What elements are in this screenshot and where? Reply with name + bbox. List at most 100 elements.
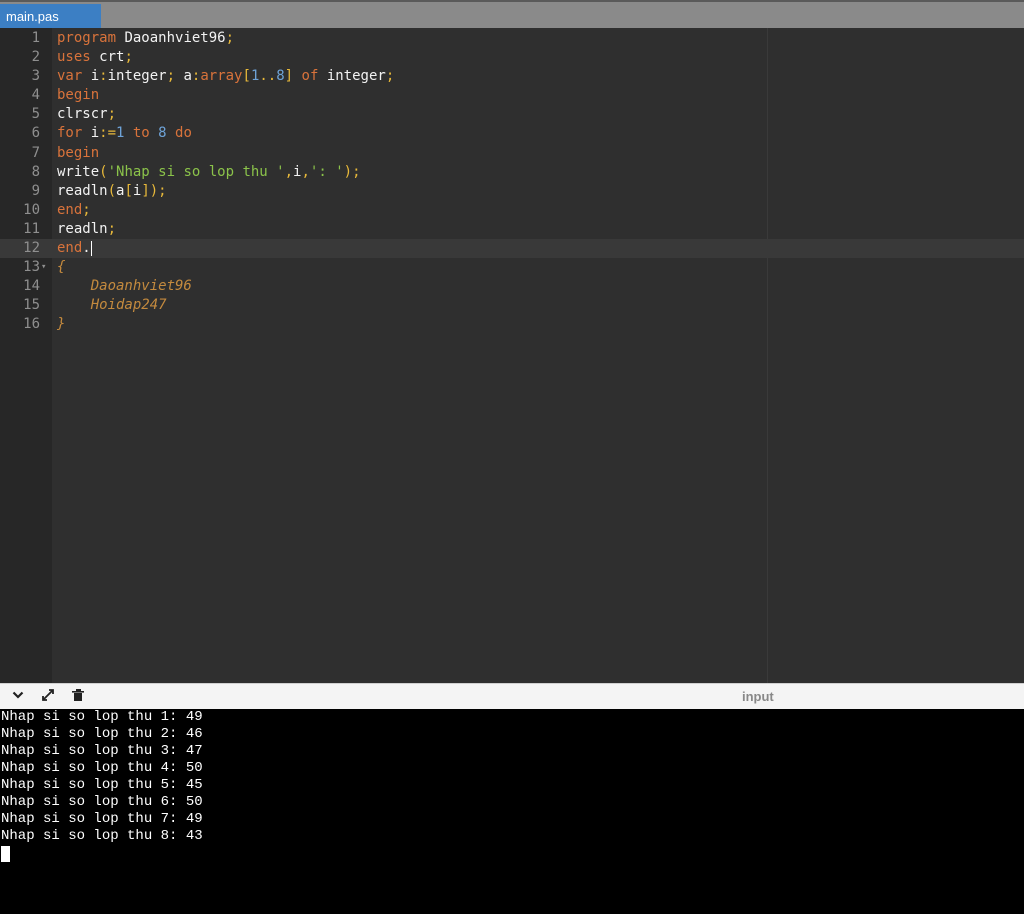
tab-bar: main.pas [0, 0, 1024, 30]
code-line[interactable]: 3 var i:integer; a:array[1..8] of integer… [0, 67, 1024, 86]
line-number: 15 [23, 297, 40, 314]
code-token: ); [343, 163, 361, 180]
output-console[interactable]: Nhap si so lop thu 1: 49 Nhap si so lop t… [0, 709, 1024, 914]
console-cursor[interactable] [1, 846, 10, 862]
code-token: ; [82, 201, 91, 218]
code-line[interactable]: 13 ▾ { [0, 258, 1024, 277]
code-token: ': ' [309, 163, 344, 180]
code-token: 8 [158, 125, 176, 142]
code-token: [ [242, 68, 251, 85]
line-number: 2 [31, 49, 40, 66]
code-token: readln [57, 182, 108, 199]
line-number: 1 [31, 30, 40, 46]
expand-icon[interactable] [40, 687, 56, 703]
line-number: 6 [31, 125, 40, 142]
code-token: crt [99, 49, 125, 66]
code-token: begin [57, 144, 100, 161]
code-line[interactable]: 5 clrscr; [0, 105, 1024, 124]
code-line[interactable]: 9 readln(a[i]); [0, 182, 1024, 201]
code-text: end; [57, 201, 91, 220]
code-editor[interactable]: 1 program Daoanhviet96; 2 uses crt; 3 var i:i… [0, 28, 1024, 683]
code-lines[interactable]: 1 program Daoanhviet96; 2 uses crt; 3 var i:i… [0, 28, 1024, 335]
code-text: readln(a[i]); [57, 182, 167, 201]
line-number: 16 [23, 316, 40, 333]
code-text: for i:=1 to 8 do [57, 124, 192, 143]
code-line[interactable]: 8 write('Nhap si so lop thu ',i,': '); [0, 163, 1024, 182]
code-text: end. [57, 239, 92, 258]
line-number: 5 [31, 106, 40, 123]
code-token: a [183, 68, 192, 85]
code-line[interactable]: 4 begin [0, 86, 1024, 105]
console-output-line: Nhap si so lop thu 8: 43 [1, 828, 203, 844]
code-token: } [57, 316, 66, 333]
code-text: begin [57, 144, 99, 163]
tab-main-pas[interactable]: main.pas [0, 4, 101, 30]
code-line[interactable]: 7 begin [0, 144, 1024, 163]
code-token: := [99, 125, 117, 142]
code-token: i [90, 125, 100, 142]
line-number: 14 [23, 278, 40, 295]
code-text: { [57, 258, 65, 277]
code-token: uses [57, 49, 100, 66]
code-token: , [284, 163, 294, 180]
code-line[interactable]: 1 program Daoanhviet96; [0, 29, 1024, 48]
code-line[interactable]: 2 uses crt; [0, 48, 1024, 67]
code-token: ; [107, 220, 117, 237]
clear-console-icon[interactable] [70, 687, 86, 703]
console-output-line: Nhap si so lop thu 7: 49 [1, 811, 203, 827]
code-token: ; [385, 68, 395, 85]
code-text: begin [57, 86, 99, 105]
code-token: ( [107, 182, 117, 199]
code-token: to [132, 125, 159, 142]
chevron-down-icon[interactable] [10, 687, 26, 703]
code-token: . [82, 240, 91, 257]
line-number: 9 [31, 182, 40, 199]
console-output-line: Nhap si so lop thu 6: 50 [1, 794, 203, 810]
code-token: { [57, 259, 66, 276]
code-line[interactable]: 6 for i:=1 to 8 do [0, 124, 1024, 143]
line-number: 13 [23, 259, 40, 276]
code-token: [ [124, 182, 133, 199]
console-output-line: Nhap si so lop thu 5: 45 [1, 777, 203, 793]
console-output-line: Nhap si so lop thu 4: 50 [1, 760, 203, 776]
code-token: i [90, 68, 100, 85]
code-token: integer [326, 68, 386, 85]
code-token: , [301, 163, 310, 180]
code-text: Hoidap247 [57, 296, 167, 315]
code-token: for [57, 125, 91, 142]
code-line[interactable]: 11 readln; [0, 220, 1024, 239]
code-text: var i:integer; a:array[1..8] of integer; [57, 67, 394, 86]
code-token: write [57, 163, 100, 180]
code-line[interactable]: 16} [0, 315, 1024, 334]
code-line[interactable]: 14 Daoanhviet96 [0, 277, 1024, 296]
fold-toggle-icon[interactable]: ▾ [41, 258, 51, 277]
code-token: ; [124, 49, 133, 66]
code-token: Daoanhviet96 [124, 30, 226, 46]
code-token: of [301, 68, 327, 85]
code-token: readln [57, 220, 108, 237]
code-line[interactable]: 10 end; [0, 201, 1024, 220]
line-number: 10 [23, 201, 40, 218]
code-text: write('Nhap si so lop thu ',i,': '); [57, 163, 361, 182]
code-token: ; [225, 30, 235, 46]
code-token: 8 [276, 68, 285, 85]
code-token: clrscr [57, 106, 108, 123]
console-output-line: Nhap si so lop thu 1: 49 [1, 709, 203, 725]
line-number: 7 [31, 144, 40, 161]
code-text: program Daoanhviet96; [57, 29, 234, 48]
code-token: end [57, 240, 83, 257]
code-token: end [57, 201, 83, 218]
code-token: ] [284, 68, 302, 85]
line-number: 11 [23, 220, 40, 237]
code-line[interactable]: 12 end. [0, 239, 1024, 259]
code-token: 'Nhap si so lop thu ' [107, 163, 285, 180]
code-token: Daoanhviet96 [57, 278, 192, 295]
panel-toolbar: input [0, 683, 1024, 709]
code-line[interactable]: 15 Hoidap247 [0, 296, 1024, 315]
code-token: ; [107, 106, 117, 123]
code-token: array [200, 68, 243, 85]
code-token: 1 [116, 125, 133, 142]
code-text: } [57, 315, 65, 334]
code-token: begin [57, 87, 100, 104]
code-token: ( [99, 163, 108, 180]
